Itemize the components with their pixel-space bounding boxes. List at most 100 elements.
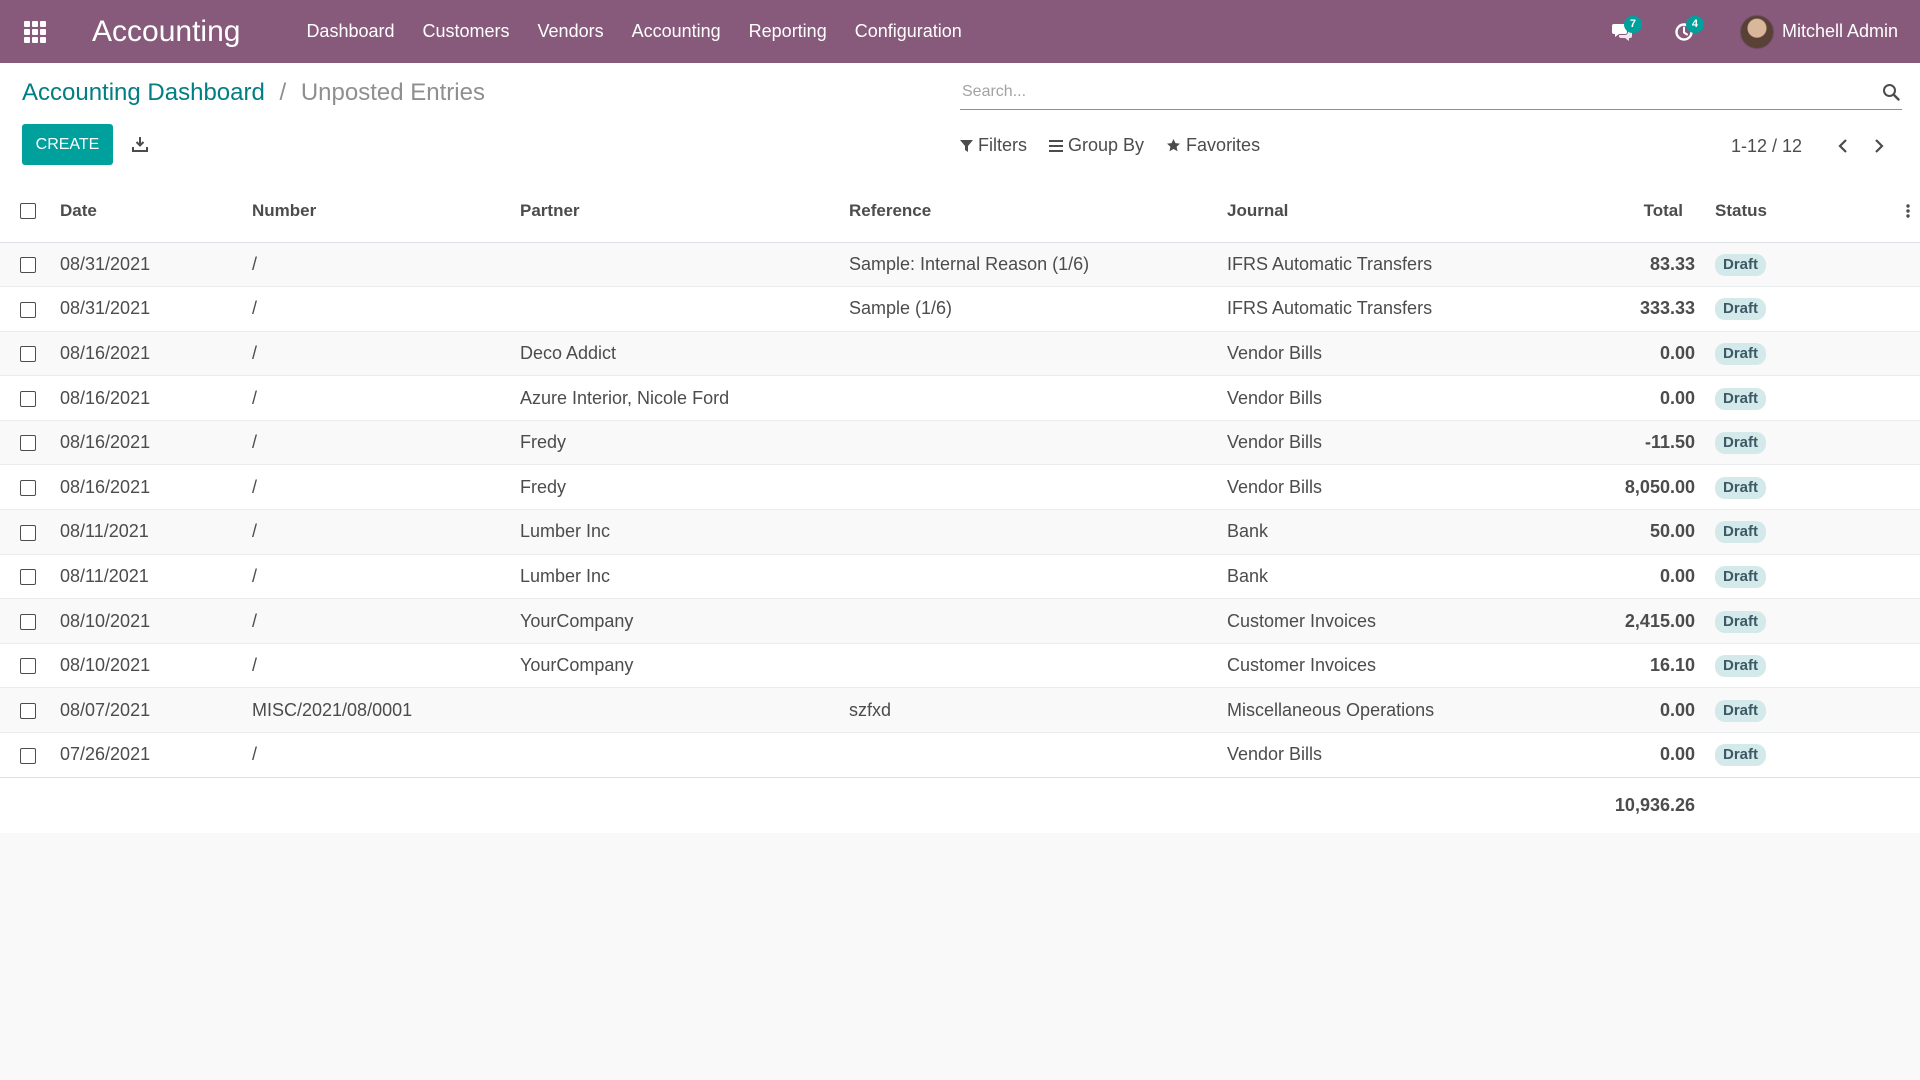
pager: 1-12 / 12	[1731, 135, 1892, 157]
user-name[interactable]: Mitchell Admin	[1782, 21, 1898, 42]
column-header-date[interactable]: Date	[50, 180, 242, 242]
table-row[interactable]: 08/16/2021 / Azure Interior, Nicole Ford Ve…	[0, 375, 1920, 421]
cell-status: Draft	[1705, 643, 1835, 688]
row-checkbox[interactable]	[20, 613, 36, 630]
table-row[interactable]: 08/16/2021 / Fredy Vendor Bills -11.50 Draft	[0, 420, 1920, 465]
cell-reference	[839, 733, 1217, 778]
favorites-button[interactable]: Favorites	[1166, 135, 1260, 156]
column-header-reference[interactable]: Reference	[839, 180, 1217, 242]
chevron-right-icon[interactable]	[1866, 135, 1892, 157]
column-header-total[interactable]: Total	[1523, 180, 1705, 242]
menu-item-accounting[interactable]: Accounting	[618, 0, 735, 63]
cell-empty	[1835, 733, 1920, 778]
table-row[interactable]: 08/11/2021 / Lumber Inc Bank 50.00 Draft	[0, 509, 1920, 555]
search-input[interactable]	[960, 77, 1844, 107]
table-row[interactable]: 08/31/2021 / Sample (1/6) IFRS Automatic Tr…	[0, 286, 1920, 332]
cell-status: Draft	[1705, 688, 1835, 733]
status-badge: Draft	[1715, 298, 1767, 321]
cell-total: 0.00	[1659, 744, 1695, 765]
search-icon[interactable]	[1882, 83, 1900, 106]
apps-menu-icon[interactable]	[0, 0, 70, 63]
cell-partner	[510, 688, 839, 733]
row-checkbox[interactable]	[20, 702, 36, 719]
row-select-cell	[0, 554, 50, 599]
menu-item-vendors[interactable]: Vendors	[524, 0, 618, 63]
status-badge: Draft	[1715, 699, 1767, 722]
cell-partner: Fredy	[520, 432, 567, 453]
row-select-cell	[0, 465, 50, 510]
cell-total: 2,415.00	[1624, 610, 1695, 631]
activities-button[interactable]: 4	[1660, 12, 1708, 52]
breadcrumb-parent[interactable]: Accounting Dashboard	[22, 79, 265, 106]
row-checkbox[interactable]	[20, 390, 36, 407]
row-checkbox[interactable]	[20, 524, 36, 541]
cell-partner: YourCompany	[520, 655, 634, 676]
cell-total: 16.10	[1649, 655, 1695, 676]
table-row[interactable]: 08/31/2021 / Sample: Internal Reason (1/6)…	[0, 242, 1920, 287]
table-row[interactable]: 08/10/2021 / YourCompany Customer Invoices 2…	[0, 598, 1920, 644]
cell-date: 08/31/2021	[60, 253, 151, 274]
cell-date: 08/16/2021	[60, 476, 151, 497]
entries-table: Date Number Partner Reference Journal To…	[0, 180, 1920, 834]
column-header-number[interactable]: Number	[242, 180, 510, 242]
select-all-checkbox[interactable]	[20, 203, 36, 220]
column-header-status[interactable]: Status	[1705, 180, 1835, 242]
chevron-left-icon[interactable]	[1830, 135, 1856, 157]
table-row[interactable]: 08/11/2021 / Lumber Inc Bank 0.00 Draft	[0, 554, 1920, 599]
row-checkbox[interactable]	[20, 569, 36, 586]
status-badge: Draft	[1715, 342, 1767, 365]
footer-empty-cell	[1217, 777, 1523, 833]
download-icon[interactable]	[129, 133, 151, 155]
menu-item-configuration[interactable]: Configuration	[841, 0, 976, 63]
bars-icon	[1049, 139, 1063, 152]
row-select-cell	[0, 331, 50, 376]
table-row[interactable]: 08/10/2021 / YourCompany Customer Invoices 1…	[0, 643, 1920, 688]
filters-button[interactable]: Filters	[960, 135, 1027, 156]
messages-button[interactable]: 7	[1598, 12, 1646, 52]
control-panel: Accounting Dashboard / Unposted Entries …	[0, 63, 1920, 181]
cell-date: 07/26/2021	[60, 744, 151, 765]
breadcrumb-current: Unposted Entries	[300, 79, 485, 106]
status-badge: Draft	[1715, 610, 1767, 633]
menu-item-reporting[interactable]: Reporting	[735, 0, 841, 63]
more-options-icon[interactable]	[1845, 204, 1910, 218]
menu-item-dashboard[interactable]: Dashboard	[292, 0, 408, 63]
row-checkbox[interactable]	[20, 435, 36, 452]
cell-date: 08/11/2021	[60, 521, 149, 542]
row-checkbox[interactable]	[20, 658, 36, 675]
table-row[interactable]: 08/16/2021 / Fredy Vendor Bills 8,050.00 Draf…	[0, 464, 1920, 510]
cell-total: 0.00	[1659, 387, 1695, 408]
menu-item-customers[interactable]: Customers	[409, 0, 524, 63]
row-checkbox[interactable]	[20, 346, 36, 363]
create-button[interactable]: CREATE	[22, 124, 113, 165]
row-checkbox[interactable]	[20, 301, 36, 318]
user-avatar[interactable]	[1739, 14, 1774, 49]
cell-number: MISC/2021/08/0001	[252, 699, 413, 720]
breadcrumb: Accounting Dashboard / Unposted Entries	[22, 79, 485, 107]
favorites-label: Favorites	[1186, 135, 1261, 155]
cell-empty	[1835, 643, 1920, 688]
cell-journal: Vendor Bills	[1227, 476, 1323, 497]
cell-number: /	[252, 476, 258, 497]
row-checkbox[interactable]	[20, 257, 36, 274]
table-row[interactable]: 08/16/2021 / Deco Addict Vendor Bills 0.00 Dr…	[0, 331, 1920, 376]
row-select-cell	[0, 688, 50, 733]
status-badge: Draft	[1715, 253, 1767, 276]
app-brand[interactable]: Accounting	[92, 15, 240, 49]
cell-partner	[510, 733, 839, 778]
star-icon	[1167, 138, 1180, 152]
cell-reference	[839, 465, 1217, 510]
cell-status: Draft	[1705, 599, 1835, 644]
pager-value[interactable]: 1-12 / 12	[1731, 136, 1802, 157]
row-checkbox[interactable]	[20, 747, 36, 764]
column-header-partner[interactable]: Partner	[510, 180, 839, 242]
top-navbar: Accounting Dashboard Customers Vendors A…	[0, 0, 1920, 63]
group-by-button[interactable]: Group By	[1049, 135, 1144, 156]
cell-number: /	[252, 387, 258, 408]
table-row[interactable]: 07/26/2021 / Vendor Bills 0.00 Draft	[0, 732, 1920, 778]
messages-count-badge: 7	[1623, 15, 1642, 33]
table-row[interactable]: 08/07/2021 MISC/2021/08/0001 szfxd Miscella…	[0, 687, 1920, 733]
row-checkbox[interactable]	[20, 480, 36, 497]
column-header-journal[interactable]: Journal	[1217, 180, 1523, 242]
filter-icon	[960, 139, 973, 152]
